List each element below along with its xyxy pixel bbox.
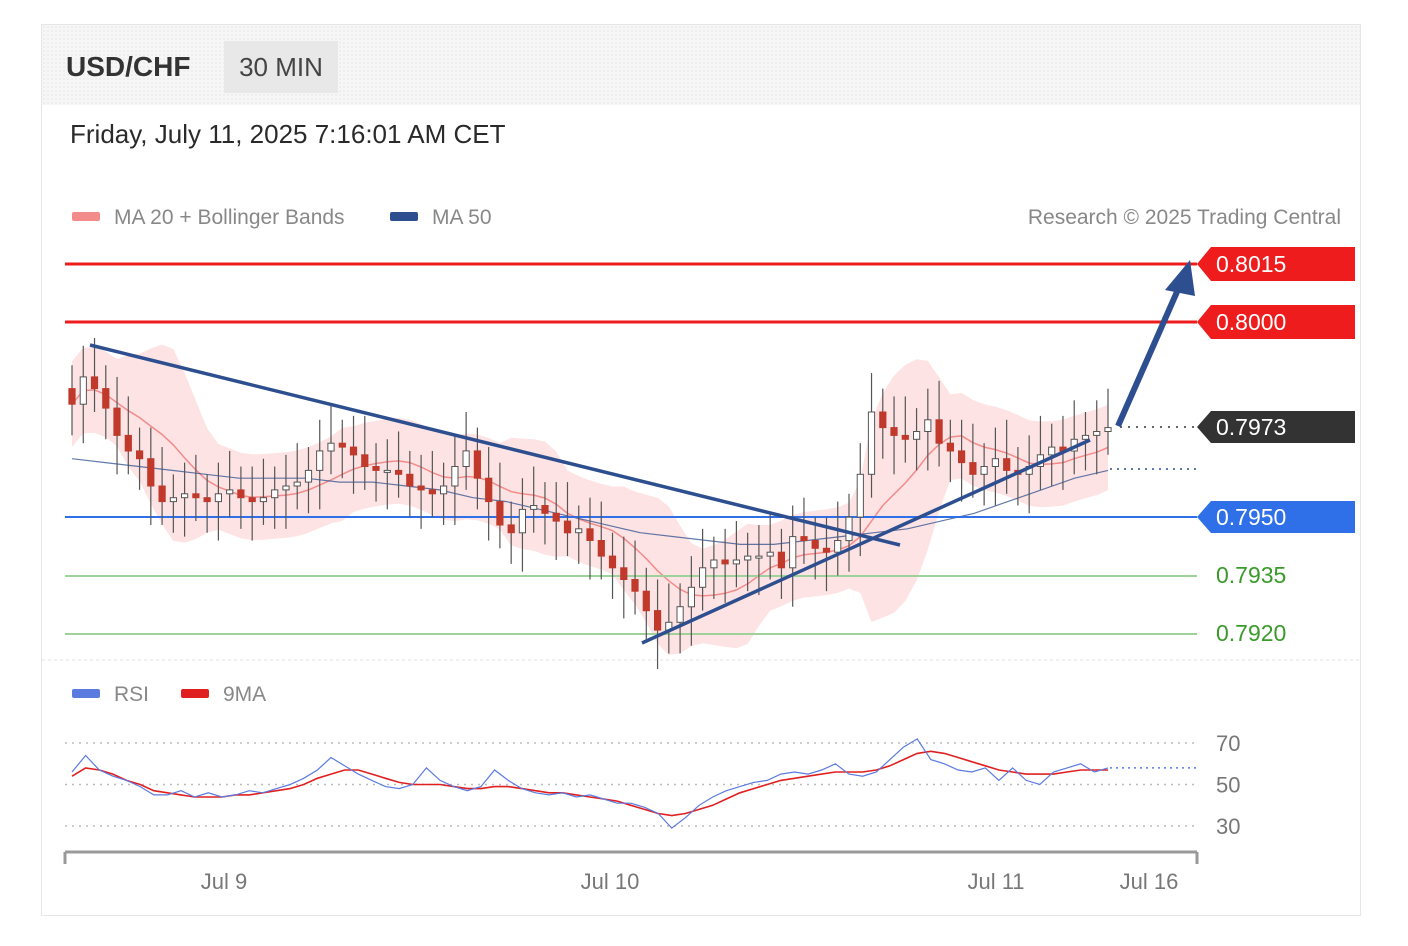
rsi-level-label: 50	[1216, 773, 1240, 798]
resistance-label-1: 0.8000	[1216, 309, 1286, 335]
rsi-ma-legend-label: 9MA	[223, 683, 266, 706]
x-tick-label: Jul 10	[581, 869, 640, 894]
support-label-1: 0.7920	[1216, 620, 1286, 646]
pivot-label: 0.7950	[1216, 504, 1286, 530]
x-tick-label: Jul 11	[967, 869, 1024, 894]
x-tick-label: Jul 16	[1120, 869, 1179, 894]
price-chart: MA 20 + Bollinger Bands MA 50 Research ©…	[42, 206, 1360, 894]
x-tick-label: Jul 9	[201, 869, 247, 894]
rsi-line	[71, 738, 1109, 829]
ma20-legend-swatch	[72, 212, 100, 221]
target-arrow-shaft	[1115, 283, 1183, 428]
last-price-label: 0.7973	[1216, 414, 1286, 440]
ma20-legend-label: MA 20 + Bollinger Bands	[114, 206, 345, 229]
rsi-legend: RSI 9MA	[72, 683, 266, 706]
ma50-legend-label: MA 50	[432, 206, 492, 229]
rsi-level-label: 70	[1216, 731, 1240, 756]
rsi-legend-label: RSI	[114, 683, 149, 706]
rsi-ma-legend-swatch	[181, 689, 209, 698]
resistance-label-0: 0.8015	[1216, 251, 1286, 277]
x-axis: Jul 9 Jul 10 Jul 11 Jul 16	[63, 850, 1199, 894]
rsi-level-label: 30	[1216, 814, 1240, 839]
price-labels: 0.8015 0.8000 0.7973 0.7950 0.7935 0.792…	[1197, 247, 1355, 646]
price-legend: MA 20 + Bollinger Bands MA 50 Research ©…	[72, 206, 1341, 229]
rsi-pane: 70 50 30	[65, 731, 1240, 839]
rsi-ma-line	[71, 750, 1108, 817]
research-credit: Research © 2025 Trading Central	[1028, 206, 1341, 229]
rsi-legend-swatch	[72, 689, 100, 698]
ma50-legend-swatch	[390, 212, 418, 221]
support-label-0: 0.7935	[1216, 562, 1286, 588]
